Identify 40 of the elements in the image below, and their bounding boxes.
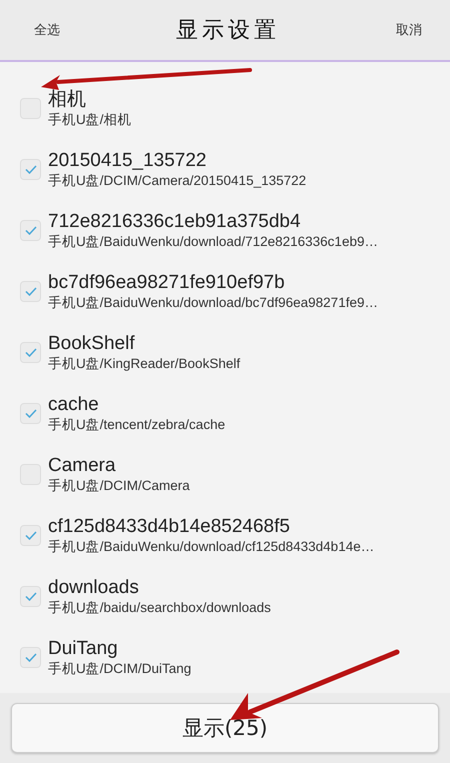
folder-path: 手机U盘/相机: [48, 111, 132, 129]
folder-name: 相机: [48, 88, 87, 111]
show-button[interactable]: 显示(25): [11, 703, 439, 753]
folder-name: 20150415_135722: [48, 149, 208, 172]
select-all-button[interactable]: 全选: [30, 17, 64, 43]
folder-name: Camera: [48, 454, 117, 477]
check-icon: [24, 531, 36, 540]
checkbox[interactable]: [20, 342, 41, 363]
check-icon: [24, 348, 36, 357]
folder-name: BookShelf: [48, 332, 136, 355]
folder-path: 手机U盘/baidu/searchbox/downloads: [48, 599, 271, 617]
check-icon: [24, 409, 36, 418]
folder-name: 712e8216336c1eb91a375db4: [48, 210, 302, 233]
folder-path: 手机U盘/BaiduWenku/download/cf125d8433d4b14e…: [48, 538, 374, 556]
screen-title: 显示设置: [176, 17, 280, 45]
folder-path: 手机U盘/tencent/zebra/cache: [48, 416, 226, 434]
check-icon: [24, 592, 36, 601]
folder-path: 手机U盘/KingReader/BookShelf: [48, 355, 240, 373]
checkbox[interactable]: [20, 586, 41, 607]
checkbox[interactable]: [20, 525, 41, 546]
folder-path: 手机U盘/DCIM/DuiTang: [48, 660, 192, 678]
checkbox[interactable]: [20, 403, 41, 424]
folder-name: cache: [48, 393, 100, 416]
folder-name: cf125d8433d4b14e852468f5: [48, 515, 291, 538]
checkbox[interactable]: [20, 220, 41, 241]
folder-path: 手机U盘/DCIM/Camera: [48, 477, 190, 495]
check-icon: [24, 653, 36, 662]
cancel-button[interactable]: 取消: [392, 17, 426, 43]
checkbox[interactable]: [20, 159, 41, 180]
folder-name: bc7df96ea98271fe910ef97b: [48, 271, 286, 294]
checkbox[interactable]: [20, 281, 41, 302]
check-icon: [24, 287, 36, 296]
folder-name: DuiTang: [48, 637, 119, 660]
checkbox[interactable]: [20, 647, 41, 668]
folder-path: 手机U盘/DCIM/Camera/20150415_135722: [48, 172, 306, 190]
folder-path: 手机U盘/BaiduWenku/download/712e8216336c1eb9…: [48, 233, 378, 251]
check-icon: [24, 165, 36, 174]
folder-path: 手机U盘/BaiduWenku/download/bc7df96ea98271fe9…: [48, 294, 378, 312]
folder-name: downloads: [48, 576, 140, 599]
check-icon: [24, 226, 36, 235]
